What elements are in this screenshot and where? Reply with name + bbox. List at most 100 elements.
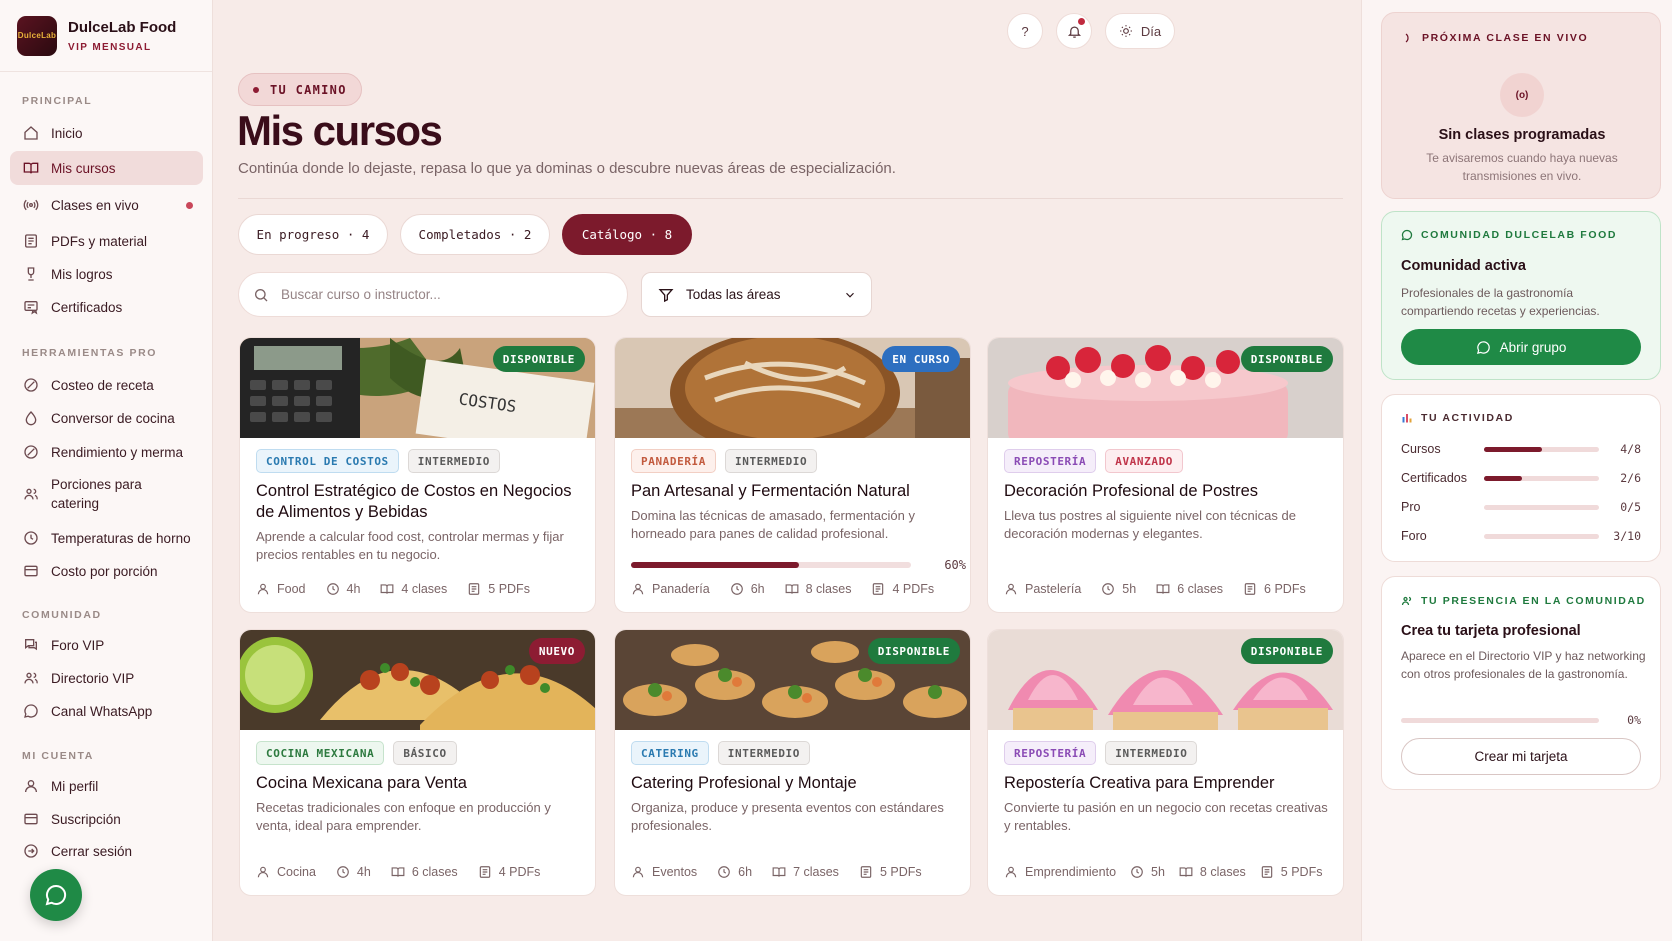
course-description: Domina las técnicas de amasado, fermenta… <box>631 508 915 541</box>
community-title: Comunidad activa <box>1401 258 1526 274</box>
sidebar-item-costeo[interactable]: Costeo de receta <box>10 368 203 402</box>
sidebar-item-directorio[interactable]: Directorio VIP <box>10 661 203 695</box>
course-card[interactable]: DISPONIBLE REPOSTERÍA AVANZADO Decoració… <box>987 337 1344 613</box>
course-area: Food <box>277 582 306 596</box>
sidebar-item-rendimiento[interactable]: Rendimiento y merma <box>10 435 203 469</box>
status-badge: DISPONIBLE <box>867 638 960 664</box>
course-card[interactable]: DISPONIBLE REPOSTERÍA INTERMEDIO Reposte… <box>987 629 1344 896</box>
section-pill: TU CAMINO <box>238 73 362 106</box>
course-image: COSTOS DISPONIBLE <box>240 338 595 438</box>
course-meta: Eventos 6h 7 clases 5 PDFs <box>631 865 942 879</box>
logo-text: DulceLab <box>17 31 57 40</box>
course-area: Emprendimiento <box>1025 865 1117 879</box>
activity-track <box>1484 533 1599 539</box>
open-group-button[interactable]: Abrir grupo <box>1401 329 1641 365</box>
sidebar-item-conversor[interactable]: Conversor de cocina <box>10 401 203 435</box>
tab-catalogo[interactable]: Catálogo · 8 <box>562 214 692 255</box>
course-title: Cocina Mexicana para Venta <box>256 774 467 792</box>
user-icon <box>1005 866 1017 878</box>
sidebar-item-perfil[interactable]: Mi perfil <box>10 769 203 803</box>
sidebar-item-inicio[interactable]: Inicio <box>10 116 203 150</box>
presence-desc: Aparece en el Directorio VIP y haz netwo… <box>1401 649 1646 681</box>
help-button[interactable]: ? <box>1007 13 1043 49</box>
sidebar-item-cerrar-sesion[interactable]: Cerrar sesión <box>10 834 203 868</box>
area-filter-select[interactable]: Todas las áreas <box>641 272 872 317</box>
right-panel: PRÓXIMA CLASE EN VIVO (o) Sin clases pro… <box>1361 0 1672 941</box>
tab-completados[interactable]: Completados · 2 <box>400 214 550 255</box>
theme-toggle-button[interactable]: Día <box>1105 13 1175 49</box>
sidebar-item-clases-en-vivo[interactable]: Clases en vivo <box>10 188 203 222</box>
area-tag: CATERING <box>631 741 709 765</box>
forum-icon <box>25 639 37 651</box>
tab-en-progreso[interactable]: En progreso · 4 <box>238 214 388 255</box>
sidebar-item-certificados[interactable]: Certificados <box>10 290 203 324</box>
whatsapp-fab-button[interactable] <box>30 869 82 921</box>
sidebar-item-temperaturas[interactable]: Temperaturas de horno <box>10 521 203 555</box>
course-image: EN CURSO <box>615 338 970 438</box>
brand-name: DulceLab Food <box>68 18 177 36</box>
brand[interactable]: DulceLab DulceLab Food VIP MENSUAL <box>0 0 212 72</box>
status-badge: DISPONIBLE <box>1240 346 1333 372</box>
level-tag: BÁSICO <box>393 741 457 765</box>
section-mi-cuenta: MI CUENTA <box>22 750 94 762</box>
activity-track <box>1484 475 1599 481</box>
sidebar-item-pdfs[interactable]: PDFs y material <box>10 224 203 258</box>
clock-icon <box>337 866 349 878</box>
area-tag: CONTROL DE COSTOS <box>256 449 399 473</box>
users-icon <box>1401 596 1412 606</box>
activity-row-value: 3/10 <box>1613 529 1641 543</box>
activity-row-pro: Pro 0/5 <box>1401 500 1641 514</box>
sidebar-item-label: Inicio <box>51 125 83 141</box>
activity-row-label: Certificados <box>1401 471 1467 485</box>
sidebar-item-label: Costeo de receta <box>51 377 154 393</box>
book-open-icon <box>1179 867 1193 877</box>
progress-percent: 60% <box>944 558 966 572</box>
sidebar-item-suscripcion[interactable]: Suscripción <box>10 802 203 836</box>
course-card[interactable]: NUEVO COCINA MEXICANA BÁSICO Cocina Mexi… <box>239 629 596 896</box>
course-classes: 8 clases <box>805 582 852 596</box>
sidebar-item-costo-porcion[interactable]: Costo por porción <box>10 554 203 588</box>
book-open-icon <box>23 162 39 174</box>
theme-label: Día <box>1140 23 1162 39</box>
notifications-button[interactable] <box>1056 13 1092 49</box>
filter-icon <box>658 288 674 302</box>
credit-card-icon <box>24 813 38 825</box>
sidebar-item-porciones[interactable]: Porciones para catering <box>10 472 203 516</box>
user-icon <box>632 583 644 595</box>
sidebar-item-mis-cursos[interactable]: Mis cursos <box>10 151 203 185</box>
course-pdfs: 4 PDFs <box>892 582 935 596</box>
users-icon <box>24 488 38 500</box>
status-badge: DISPONIBLE <box>492 346 585 372</box>
course-card[interactable]: DISPONIBLE CATERING INTERMEDIO Catering … <box>614 629 971 896</box>
search-icon <box>254 288 268 301</box>
activity-row-value: 4/8 <box>1620 442 1641 456</box>
course-card[interactable]: EN CURSO PANADERÍA INTERMEDIO Pan Artesa… <box>614 337 971 613</box>
sidebar-item-foro[interactable]: Foro VIP <box>10 628 203 662</box>
create-card-button[interactable]: Crear mi tarjeta <box>1401 738 1641 775</box>
sidebar-item-label: Porciones para catering <box>51 477 142 511</box>
sidebar-item-logros[interactable]: Mis logros <box>10 257 203 291</box>
activity-row-value: 2/6 <box>1620 471 1641 485</box>
book-open-icon <box>1156 584 1170 594</box>
certificate-icon <box>24 301 38 315</box>
sidebar-item-label: Certificados <box>51 299 123 315</box>
chat-bubble-icon <box>1401 229 1413 241</box>
live-class-desc: Te avisaremos cuando haya nuevas transmi… <box>1426 151 1618 183</box>
course-card[interactable]: COSTOS DISPONIBLE CONTROL DE COSTOS INTE… <box>239 337 596 613</box>
sidebar-item-whatsapp[interactable]: Canal WhatsApp <box>10 694 203 728</box>
divider <box>238 198 1343 199</box>
search-input[interactable]: Buscar curso o instructor... <box>281 287 441 302</box>
clock-icon <box>718 866 731 878</box>
activity-track <box>1484 446 1599 452</box>
area-tag: REPOSTERÍA <box>1004 449 1097 473</box>
level-tag: INTERMEDIO <box>717 741 811 765</box>
activity-card: TU ACTIVIDAD Cursos 4/8 Certificados 2/6… <box>1381 394 1661 562</box>
course-area: Cocina <box>277 865 316 879</box>
course-meta: Panadería 6h 8 clases 4 PDFs <box>631 582 954 596</box>
course-hours: 4h <box>346 582 361 596</box>
progress-fill <box>631 562 799 568</box>
search-field[interactable]: Buscar curso o instructor... <box>238 272 628 317</box>
document-icon <box>479 866 490 878</box>
community-label: COMUNIDAD DULCELAB FOOD <box>1401 229 1617 241</box>
course-classes: 7 clases <box>793 865 839 879</box>
